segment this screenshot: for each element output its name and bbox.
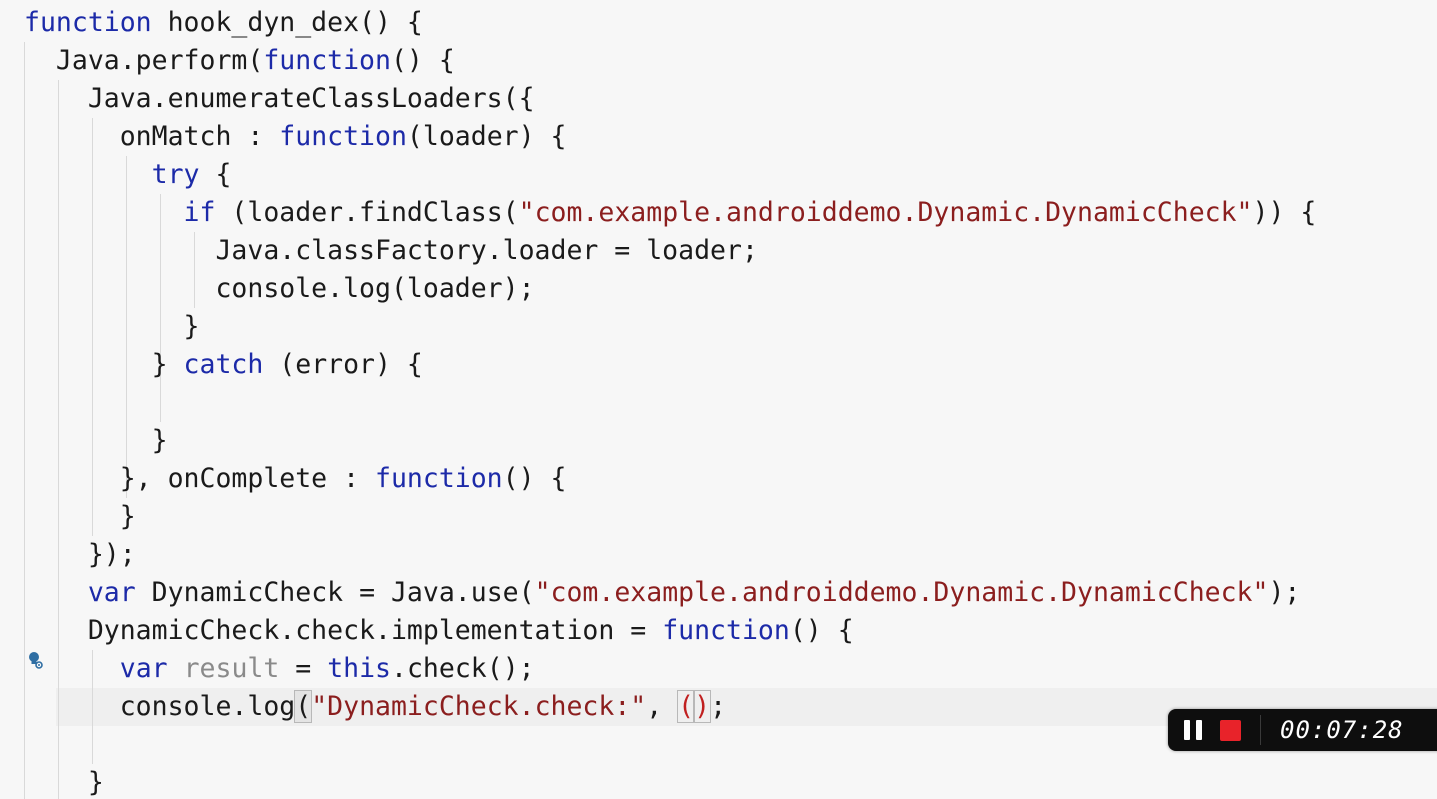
code-line[interactable]: try {: [24, 156, 232, 194]
stop-icon[interactable]: [1220, 720, 1241, 741]
code-line[interactable]: var result = this.check();: [24, 650, 535, 688]
code-token: ;: [710, 691, 727, 722]
code-token: catch: [183, 349, 264, 380]
code-line[interactable]: Java.enumerateClassLoaders({: [24, 80, 535, 118]
code-token: function: [24, 7, 152, 38]
code-token: )) {: [1252, 197, 1317, 228]
code-line[interactable]: if (loader.findClass("com.example.androi…: [24, 194, 1317, 232]
code-line[interactable]: }: [24, 308, 200, 346]
code-token: ): [693, 690, 712, 723]
code-token: {: [199, 159, 232, 190]
recorder-divider: [1260, 715, 1261, 745]
code-token: =: [279, 653, 328, 684]
code-token: });: [24, 539, 136, 570]
recording-timer: 00:07:28: [1280, 716, 1404, 744]
code-token: (: [677, 690, 696, 723]
code-token: ,: [646, 691, 679, 722]
code-token: }: [24, 767, 104, 798]
code-line[interactable]: Java.perform(function() {: [24, 42, 455, 80]
screen-recorder-bar: 00:07:28: [1168, 709, 1437, 751]
code-token: try: [151, 159, 200, 190]
code-token: var: [119, 653, 168, 684]
lightbulb-gear-icon[interactable]: [27, 651, 43, 669]
code-token: "com.example.androiddemo.Dynamic.Dynamic…: [534, 577, 1269, 608]
code-token: }: [24, 501, 136, 532]
code-token: Java.perform(: [24, 45, 264, 76]
code-token: DynamicCheck.check.implementation =: [24, 615, 663, 646]
code-token: () {: [502, 463, 567, 494]
code-token: "DynamicCheck.check:": [311, 691, 647, 722]
code-token: result: [183, 653, 280, 684]
code-line[interactable]: }: [24, 498, 136, 536]
code-token: if: [183, 197, 216, 228]
code-token: var: [87, 577, 136, 608]
code-token: }, onComplete :: [24, 463, 375, 494]
code-line[interactable]: Java.classFactory.loader = loader;: [24, 232, 758, 270]
code-token: (: [294, 690, 313, 723]
code-token: function: [662, 615, 790, 646]
code-line[interactable]: console.log("DynamicCheck.check:", ();: [24, 688, 726, 726]
code-token: function: [279, 121, 407, 152]
code-token: onMatch :: [24, 121, 280, 152]
code-token: .check();: [391, 653, 535, 684]
code-token: console.log: [24, 691, 296, 722]
code-token: "com.example.androiddemo.Dynamic.Dynamic…: [518, 197, 1253, 228]
code-token: Java.classFactory.loader = loader;: [24, 235, 758, 266]
code-token: function: [263, 45, 391, 76]
code-line[interactable]: });: [24, 536, 136, 574]
code-token: (error) {: [263, 349, 423, 380]
code-token: function: [375, 463, 503, 494]
code-line[interactable]: }, onComplete : function() {: [24, 460, 567, 498]
code-token: (loader.findClass(: [215, 197, 519, 228]
code-line[interactable]: DynamicCheck.check.implementation = func…: [24, 612, 854, 650]
code-editor[interactable]: function hook_dyn_dex() { Java.perform(f…: [0, 0, 1437, 799]
code-token: () {: [789, 615, 854, 646]
code-token: console.log(loader);: [24, 273, 535, 304]
code-token: Java.enumerateClassLoaders({: [24, 83, 535, 114]
code-token: }: [24, 311, 200, 342]
code-line[interactable]: function hook_dyn_dex() {: [24, 4, 423, 42]
code-line[interactable]: onMatch : function(loader) {: [24, 118, 567, 156]
code-token: (loader) {: [406, 121, 567, 152]
code-line[interactable]: }: [24, 764, 104, 799]
pause-icon[interactable]: [1184, 720, 1204, 740]
code-token: );: [1268, 577, 1301, 608]
code-line[interactable]: } catch (error) {: [24, 346, 423, 384]
code-line[interactable]: var DynamicCheck = Java.use("com.example…: [24, 574, 1301, 612]
code-token: }: [24, 349, 184, 380]
code-token: }: [24, 425, 168, 456]
code-line[interactable]: }: [24, 422, 168, 460]
code-token: this: [327, 653, 392, 684]
editor-gutter[interactable]: [0, 0, 24, 799]
code-line[interactable]: console.log(loader);: [24, 270, 535, 308]
code-token: hook_dyn_dex() {: [151, 7, 423, 38]
code-token: DynamicCheck = Java.use(: [135, 577, 535, 608]
code-token: () {: [390, 45, 455, 76]
